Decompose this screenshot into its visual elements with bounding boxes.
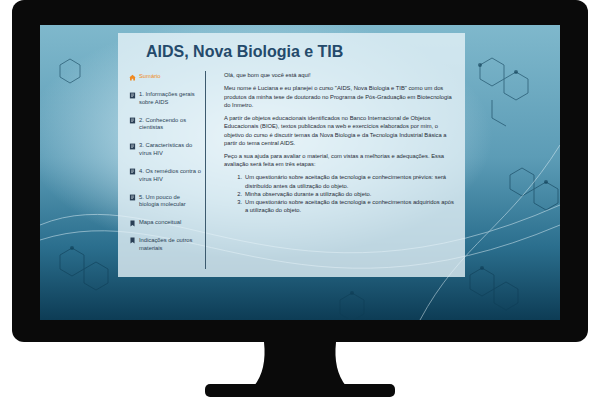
monitor-screen: AIDS, Nova Biologia e TIB Sumário 1. Infor… [40, 25, 560, 320]
intro-paragraph: Meu nome é Luciana e eu planejei o curso… [224, 84, 456, 109]
sidebar-item[interactable]: 2. Conhecendo os cientistas [129, 117, 201, 133]
sidebar-item[interactable]: 1. Informações gerais sobre AIDS [129, 91, 201, 107]
sidebar-item-label[interactable]: 3. Características do vírus HIV [139, 142, 201, 158]
book-icon [129, 117, 136, 124]
step-number: 1. [236, 173, 242, 189]
monitor-stand-icon [0, 342, 600, 403]
monitor: AIDS, Nova Biologia e TIB Sumário 1. Infor… [12, 0, 588, 342]
step-text: Um questionário sobre aceitação da tecno… [245, 173, 456, 189]
home-icon [129, 74, 136, 81]
sidebar-item-label[interactable]: Indicações de outros materiais [139, 237, 201, 253]
site-body: Sumário 1. Informações gerais sobre AIDS 2… [118, 71, 465, 268]
bookmark-icon [129, 220, 136, 227]
site-panel: AIDS, Nova Biologia e TIB Sumário 1. Infor… [118, 33, 465, 277]
sidebar-item-label[interactable]: Sumário [139, 73, 161, 81]
step-item: 1.Um questionário sobre aceitação da tec… [236, 173, 456, 189]
sidebar-item-label[interactable]: 4. Os remédios contra o vírus HIV [139, 168, 201, 184]
sidebar-item[interactable]: 5. Um pouco de biologia molecular [129, 194, 201, 210]
step-item: 2.Minha observação durante a utilização … [236, 190, 456, 198]
sidebar-item-label[interactable]: 2. Conhecendo os cientistas [139, 117, 201, 133]
sidebar-item-label[interactable]: Mapa conceitual [139, 219, 181, 227]
book-icon [129, 92, 136, 99]
step-number: 3. [236, 198, 242, 214]
sidebar-item[interactable]: Sumário [129, 73, 201, 81]
book-icon [129, 168, 136, 175]
step-text: Minha observação durante a utilização do… [245, 190, 371, 198]
intro-paragraph: Peço a sua ajuda para avaliar o material… [224, 152, 456, 168]
intro-content: Olá, que bom que você está aqui! Meu nome… [206, 71, 465, 268]
book-icon [129, 194, 136, 201]
sidebar-item[interactable]: 3. Características do vírus HIV [129, 142, 201, 158]
sidebar-item-label[interactable]: 1. Informações gerais sobre AIDS [139, 91, 201, 107]
greeting-text: Olá, que bom que você está aqui! [224, 71, 456, 79]
book-icon [129, 143, 136, 150]
sidebar-item[interactable]: Indicações de outros materiais [129, 237, 201, 253]
step-item: 3.Um questionário sobre aceitação da tec… [236, 198, 456, 214]
intro-paragraph: A partir de objetos educacionais identif… [224, 114, 456, 147]
sidebar-item[interactable]: Mapa conceitual [129, 219, 201, 227]
sidebar-item[interactable]: 4. Os remédios contra o vírus HIV [129, 168, 201, 184]
step-text: Um questionário sobre aceitação da tecno… [245, 198, 456, 214]
sidebar-item-label[interactable]: 5. Um pouco de biologia molecular [139, 194, 201, 210]
steps-list: 1.Um questionário sobre aceitação da tec… [224, 173, 456, 214]
bookmark-icon [129, 237, 136, 244]
sidebar: Sumário 1. Informações gerais sobre AIDS 2… [118, 71, 206, 268]
site-title: AIDS, Nova Biologia e TIB [118, 33, 465, 61]
step-number: 2. [236, 190, 242, 198]
